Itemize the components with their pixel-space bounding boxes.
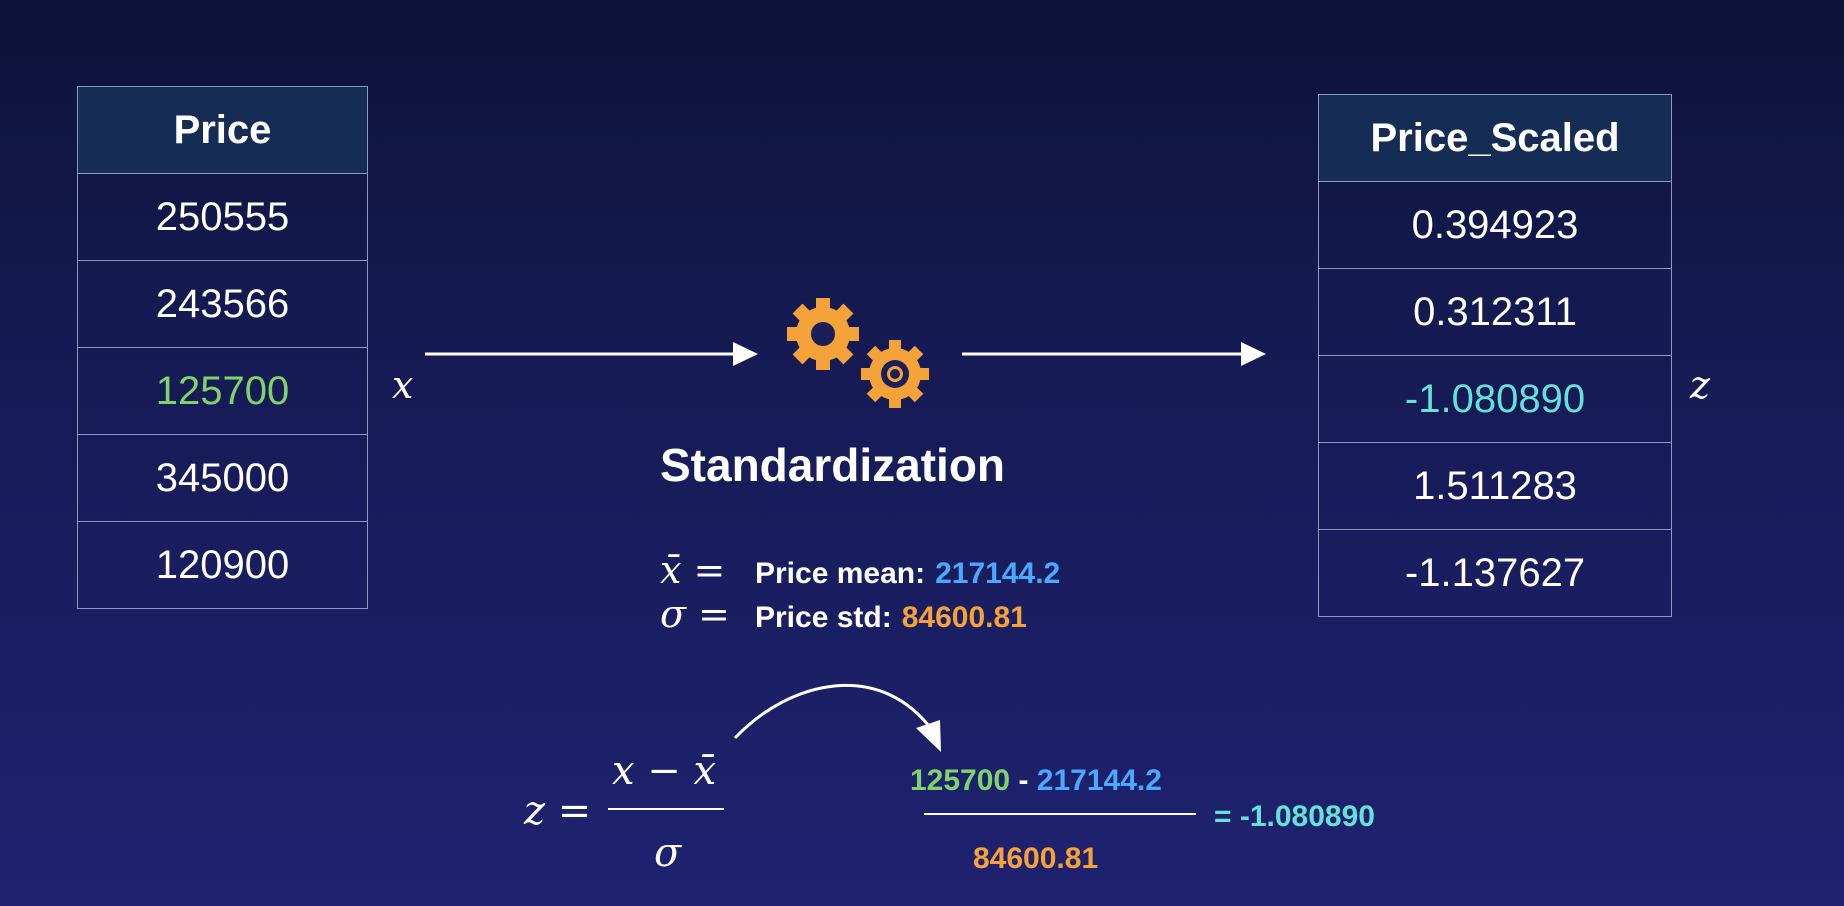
price-cell: 250555: [77, 173, 368, 261]
formula-denominator: σ: [654, 830, 682, 876]
gear-small-icon: [861, 340, 929, 408]
worked-result: = -1.080890: [1214, 800, 1375, 833]
mean-label: Price mean:: [755, 557, 926, 590]
x-label: x: [392, 363, 414, 407]
price-table: Price 250555 243566 125700 345000 120900: [77, 86, 368, 609]
price-cell: 243566: [77, 260, 368, 348]
worked-x-value: 125700: [910, 764, 1011, 797]
scaled-cell: 0.312311: [1318, 268, 1672, 356]
formula-fraction-bar: [608, 808, 724, 810]
price-scaled-table: Price_Scaled 0.394923 0.312311 -1.080890…: [1318, 94, 1672, 617]
mean-symbol: x̄ =: [660, 548, 726, 592]
scaled-cell: -1.137627: [1318, 529, 1672, 617]
curved-arrow-icon: [733, 684, 941, 752]
worked-numerator: 125700 - 217144.2: [910, 764, 1162, 798]
std-row: σ = Price std: 84600.81: [660, 592, 1027, 636]
worked-fraction-bar: [924, 813, 1196, 815]
worked-minus: -: [1010, 764, 1037, 797]
std-symbol: σ =: [660, 592, 730, 636]
price-cell: 345000: [77, 434, 368, 522]
mean-value: 217144.2: [935, 557, 1061, 590]
formula-lhs: z =: [524, 788, 592, 834]
scaled-cell: 0.394923: [1318, 181, 1672, 269]
formula-numerator: x − x̄: [612, 748, 717, 794]
mean-row: x̄ = Price mean: 217144.2: [660, 548, 1060, 592]
price-header: Price: [77, 86, 368, 174]
gears-icon: [787, 298, 929, 408]
scaled-cell: 1.511283: [1318, 442, 1672, 530]
right-arrow-icon: [425, 342, 758, 366]
scaled-cell-highlight: -1.080890: [1318, 355, 1672, 443]
price-scaled-header: Price_Scaled: [1318, 94, 1672, 182]
std-value: 84600.81: [901, 601, 1027, 634]
price-cell: 120900: [77, 521, 368, 609]
gear-large-icon: [787, 298, 859, 370]
worked-std-value: 84600.81: [973, 842, 1099, 875]
standardization-label: Standardization: [660, 439, 1006, 491]
price-cell-highlight: 125700: [77, 347, 368, 435]
right-arrow-icon: [962, 342, 1266, 366]
std-label: Price std:: [755, 601, 892, 634]
worked-mean-value: 217144.2: [1036, 764, 1162, 797]
z-label: z: [1690, 363, 1711, 407]
